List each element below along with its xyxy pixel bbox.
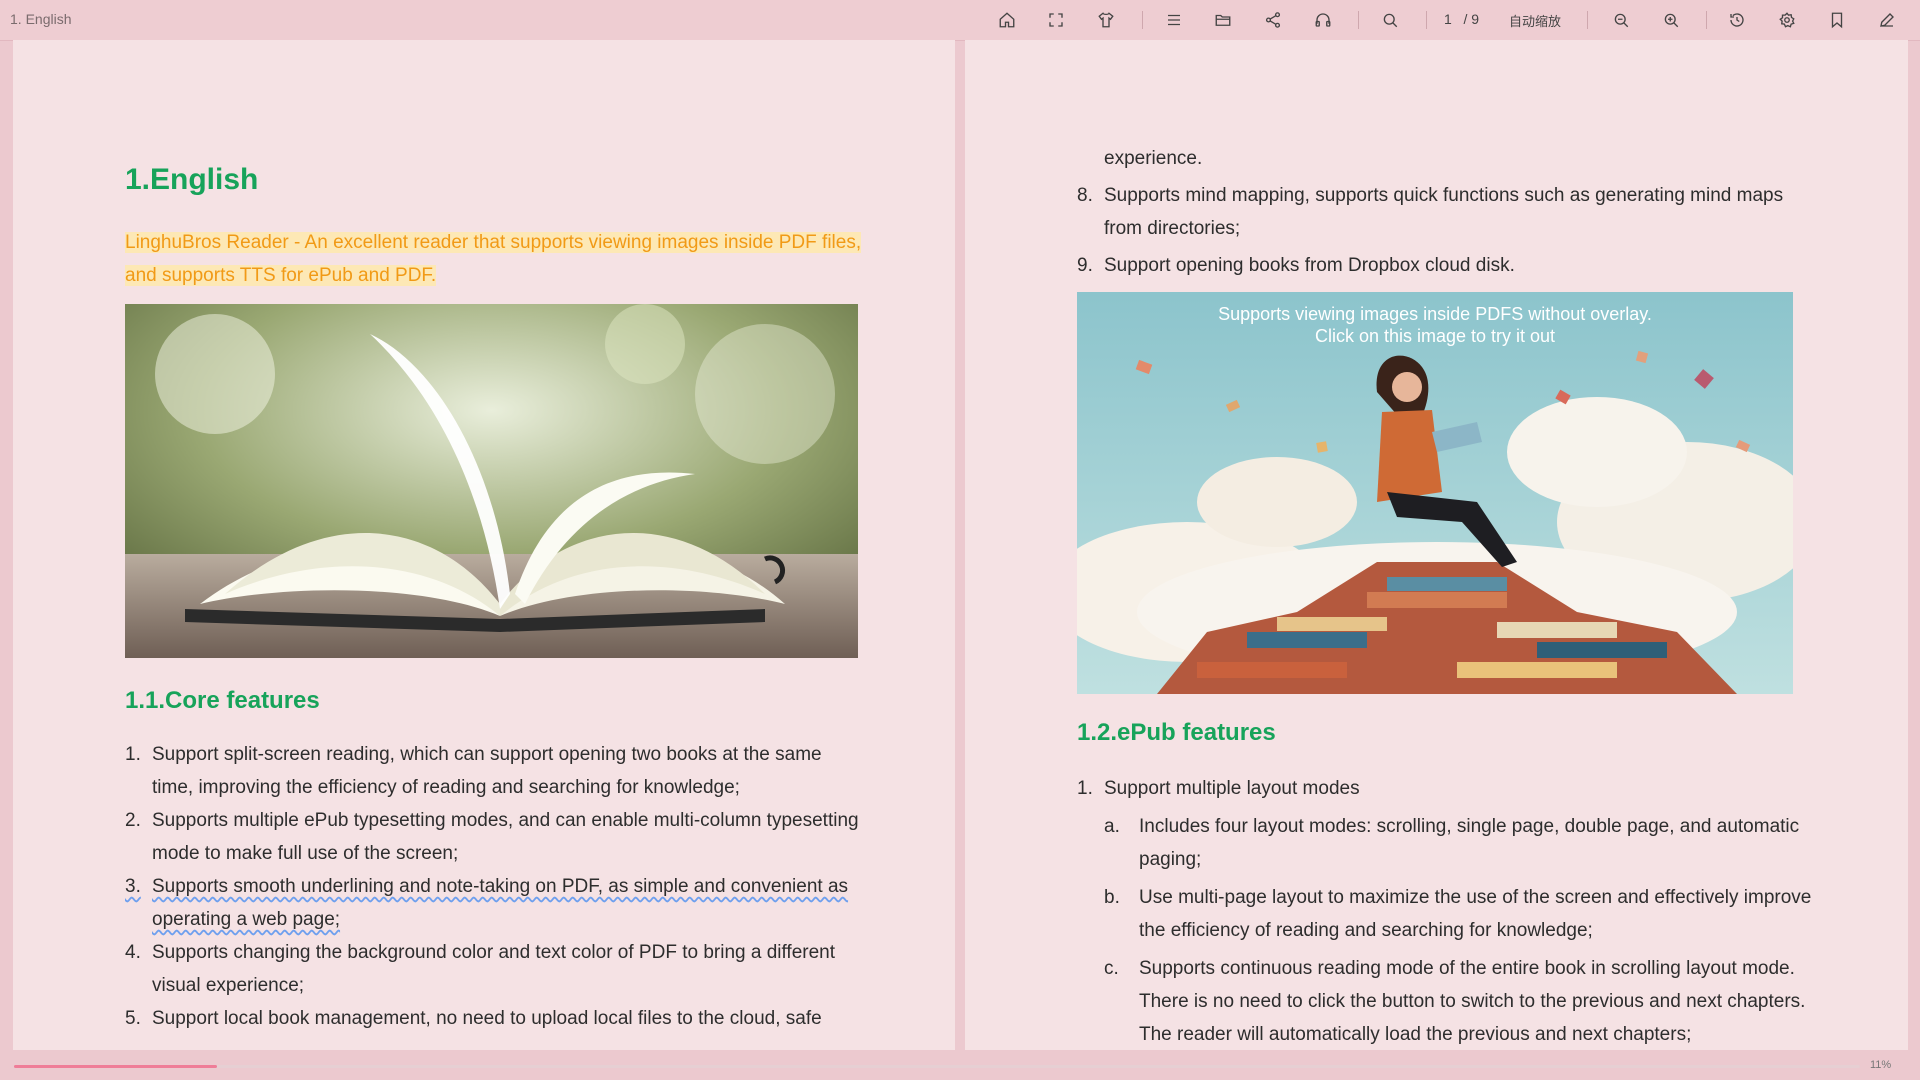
list-number: 1. <box>125 744 141 765</box>
sub-list-letter: c. <box>1104 958 1119 979</box>
list-item[interactable]: 4. Supports changing the background color… <box>125 936 865 1002</box>
sub-list-item[interactable]: b. Use multi-page layout to maximize the … <box>1104 881 1812 947</box>
list-number: 5. <box>125 1008 141 1029</box>
headphones-icon <box>1315 13 1331 27</box>
list-text: Supports multiple ePub typesetting modes… <box>152 810 859 864</box>
reading-girl-image[interactable]: Supports viewing images inside PDFS with… <box>1077 292 1793 694</box>
tts-button[interactable] <box>1310 8 1336 32</box>
zoom-in-button[interactable] <box>1658 8 1684 32</box>
page-indicator[interactable]: 1 / 9 <box>1444 11 1479 27</box>
theme-button[interactable] <box>1093 8 1119 32</box>
list-item[interactable]: 3. Supports smooth underlining and note-t… <box>125 870 865 936</box>
menu-icon <box>1168 14 1180 26</box>
home-icon <box>999 12 1015 28</box>
list-text: Supports changing the background color a… <box>152 942 836 996</box>
bookmark-button[interactable] <box>1824 8 1850 32</box>
list-item[interactable]: 1. Support multiple layout modes <box>1077 772 1812 805</box>
fullscreen-icon <box>1049 13 1063 27</box>
list-number: 9. <box>1077 255 1093 276</box>
right-page[interactable]: experience. 8. Supports mind mapping, sup… <box>965 40 1908 1050</box>
image-caption-line1: Supports viewing images inside PDFS with… <box>1218 304 1652 324</box>
gear-icon <box>1779 12 1795 28</box>
reading-progress-bar[interactable] <box>14 1065 1860 1068</box>
list-number: 3. <box>125 876 141 897</box>
list-number: 8. <box>1077 185 1093 206</box>
sub-list-item[interactable]: c. Supports continuous reading mode of th… <box>1104 952 1812 1050</box>
chapter-title: 1. English <box>10 11 72 27</box>
reading-progress-percent: 11% <box>1870 1059 1892 1071</box>
annotate-button[interactable] <box>1874 8 1900 32</box>
history-button[interactable] <box>1724 8 1750 32</box>
core-features-list: 1. Support split-screen reading, which ca… <box>125 738 865 1035</box>
image-caption-line2: Click on this image to try it out <box>1315 326 1555 346</box>
list-item[interactable]: 8. Supports mind mapping, supports quick … <box>1077 179 1812 245</box>
open-folder-button[interactable] <box>1210 8 1236 32</box>
settings-button[interactable] <box>1774 8 1800 32</box>
pencil-icon <box>1880 13 1894 27</box>
sub-list-letter: a. <box>1104 816 1120 837</box>
sub-list-item[interactable]: a. Includes four layout modes: scrolling,… <box>1104 810 1812 876</box>
layout-modes-sublist: a. Includes four layout modes: scrolling,… <box>1104 810 1812 1050</box>
list-item[interactable]: 9. Support opening books from Dropbox clo… <box>1077 249 1812 282</box>
zoom-out-icon <box>1614 13 1629 28</box>
sub-list-text: Use multi-page layout to maximize the us… <box>1139 887 1812 941</box>
list-item[interactable]: 1. Support split-screen reading, which ca… <box>125 738 865 804</box>
underlined-note-text[interactable]: Supports smooth underlining and note-tak… <box>152 876 848 930</box>
list-number: 2. <box>125 810 141 831</box>
continued-text: experience. <box>1104 148 1203 169</box>
share-icon <box>1265 12 1281 28</box>
toc-button[interactable] <box>1161 8 1187 32</box>
reading-progress-fill <box>14 1065 218 1068</box>
zoom-out-button[interactable] <box>1608 8 1634 32</box>
left-page[interactable]: 1.English LinghuBros Reader - An excelle… <box>13 40 955 1050</box>
current-page[interactable]: 1 <box>1444 11 1452 27</box>
list-text: Support multiple layout modes <box>1104 778 1360 799</box>
page-total: / 9 <box>1463 11 1480 27</box>
bookmark-icon <box>1831 12 1843 29</box>
folder-icon <box>1215 14 1231 26</box>
history-icon <box>1730 13 1744 27</box>
sub-list-text: Includes four layout modes: scrolling, s… <box>1139 816 1800 870</box>
fullscreen-button[interactable] <box>1043 8 1069 32</box>
list-item[interactable]: 2. Supports multiple ePub typesetting mod… <box>125 804 865 870</box>
chapter-heading: 1.English <box>125 163 259 196</box>
list-text: Supports mind mapping, supports quick fu… <box>1104 185 1784 239</box>
list-text: Support opening books from Dropbox cloud… <box>1104 255 1515 276</box>
open-book-image[interactable] <box>125 304 858 658</box>
shirt-icon <box>1098 12 1114 28</box>
list-text: Support local book management, no need t… <box>152 1008 822 1029</box>
list-number: 1. <box>1077 778 1093 799</box>
home-button[interactable] <box>994 8 1020 32</box>
list-item[interactable]: 5. Support local book management, no need… <box>125 1002 865 1035</box>
sub-list-text: Supports continuous reading mode of the … <box>1139 958 1806 1045</box>
sub-list-letter: b. <box>1104 887 1120 908</box>
epub-features-list: 1. Support multiple layout modes <box>1077 772 1812 805</box>
epub-features-heading: 1.2.ePub features <box>1077 719 1276 746</box>
list-text: Support split-screen reading, which can … <box>152 744 822 798</box>
highlighted-intro[interactable]: LinghuBros Reader - An excellent reader … <box>125 232 862 286</box>
toolbar: 1. English 1 / 9 自动缩放 <box>0 0 1920 41</box>
share-button[interactable] <box>1260 8 1286 32</box>
search-button[interactable] <box>1377 8 1403 32</box>
intro-paragraph[interactable]: LinghuBros Reader - An excellent reader … <box>125 226 865 292</box>
search-icon <box>1383 13 1398 28</box>
features-list-continued: 8. Supports mind mapping, supports quick … <box>1077 179 1812 282</box>
list-number: 4. <box>125 942 141 963</box>
core-features-heading: 1.1.Core features <box>125 687 320 714</box>
zoom-select[interactable]: 自动缩放 <box>1509 11 1561 30</box>
zoom-in-icon <box>1664 13 1679 28</box>
